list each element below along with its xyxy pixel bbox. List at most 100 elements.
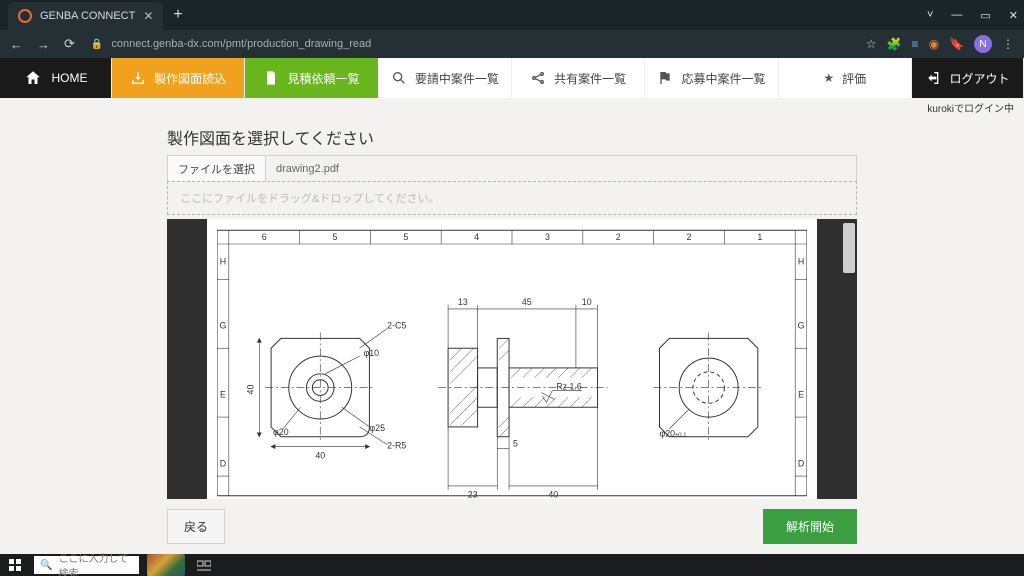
back-button[interactable]: 戻る: [167, 509, 225, 544]
nav-requested[interactable]: 要請中案件一覧: [379, 58, 512, 98]
svg-text:φ10: φ10: [364, 348, 380, 358]
drawing-viewer: .l{stroke:#333;stroke-width:1;fill:none}…: [167, 219, 857, 499]
reload-icon[interactable]: ⟳: [64, 36, 75, 52]
svg-text:45: 45: [522, 297, 532, 307]
nav-applied-label: 応募中案件一覧: [681, 70, 765, 87]
svg-text:2: 2: [687, 232, 692, 242]
profile-avatar[interactable]: N: [974, 35, 992, 53]
svg-text:4: 4: [474, 232, 479, 242]
maximize-icon[interactable]: ▭: [980, 9, 990, 22]
svg-text:φ20: φ20: [273, 427, 289, 437]
taskbar-widget[interactable]: [147, 554, 185, 576]
svg-text:φ25: φ25: [369, 423, 385, 433]
nav-home-label: HOME: [52, 71, 88, 85]
svg-text:E: E: [798, 389, 804, 399]
technical-drawing: .l{stroke:#333;stroke-width:1;fill:none}…: [217, 227, 807, 499]
url-text: connect.genba-dx.com/pmt/production_draw…: [111, 38, 371, 50]
svg-text:2-C5: 2-C5: [387, 321, 406, 331]
browser-tab[interactable]: GENBA CONNECT ✕: [8, 2, 163, 30]
favicon-icon: [18, 9, 32, 23]
viewer-scrollbar[interactable]: [843, 223, 855, 273]
upload-icon: [130, 70, 146, 86]
equalizer-icon[interactable]: ≡: [912, 37, 919, 51]
shield-icon[interactable]: ◉: [929, 37, 939, 51]
viewer-right-margin: [817, 219, 857, 499]
star-icon: ★: [823, 71, 834, 85]
svg-text:5: 5: [513, 439, 518, 449]
svg-text:D: D: [798, 458, 804, 468]
svg-text:1: 1: [757, 232, 762, 242]
nav-home[interactable]: HOME: [0, 58, 112, 98]
nav-requested-label: 要請中案件一覧: [415, 70, 499, 87]
app-nav: HOME 製作図面読込 見積依頼一覧 要請中案件一覧 共有案件一覧 応募中案件一…: [0, 58, 1024, 98]
forward-icon[interactable]: →: [37, 37, 50, 52]
svg-text:H: H: [798, 257, 804, 267]
search-icon: 🔍: [40, 560, 52, 571]
taskbar-search[interactable]: 🔍 ここに入力して検索: [34, 556, 139, 574]
logout-icon: [925, 70, 941, 86]
svg-text:40: 40: [245, 385, 255, 395]
close-tab-icon[interactable]: ✕: [143, 9, 153, 23]
svg-text:G: G: [798, 321, 805, 331]
nav-rating-label: 評価: [842, 70, 866, 87]
tab-title: GENBA CONNECT: [40, 10, 135, 22]
logout-button[interactable]: ログアウト: [912, 58, 1024, 98]
extension-icons: ☆ 🧩 ≡ ◉ 🔖 N ⋮: [866, 35, 1014, 53]
back-icon[interactable]: ←: [10, 37, 23, 52]
star-icon[interactable]: ☆: [866, 37, 877, 51]
svg-text:D: D: [220, 458, 226, 468]
share-icon: [530, 70, 546, 86]
drop-zone[interactable]: ここにファイルをドラッグ&ドロップしてください。: [167, 181, 857, 215]
nav-quote-list[interactable]: 見積依頼一覧: [245, 58, 378, 98]
nav-applied[interactable]: 応募中案件一覧: [645, 58, 778, 98]
choose-file-button[interactable]: ファイルを選択: [168, 156, 266, 181]
menu-icon[interactable]: ⋮: [1002, 37, 1014, 51]
nav-rating[interactable]: ★ 評価: [779, 58, 912, 98]
page-title: 製作図面を選択してください: [167, 125, 857, 149]
viewer-left-margin: [167, 219, 207, 499]
task-view-icon: [197, 559, 211, 571]
puzzle-icon[interactable]: 🧩: [887, 37, 902, 51]
start-analysis-button[interactable]: 解析開始: [763, 509, 857, 544]
svg-text:23: 23: [468, 490, 478, 499]
svg-text:H: H: [220, 257, 226, 267]
search-icon: [391, 70, 407, 86]
svg-text:40: 40: [315, 450, 325, 460]
browser-titlebar: GENBA CONNECT ✕ + ˅ — ▭ ✕: [0, 0, 1024, 30]
login-status: kurokiでログイン中: [0, 98, 1024, 115]
browser-toolbar: ← → ⟳ 🔒 connect.genba-dx.com/pmt/product…: [0, 30, 1024, 58]
taskbar-search-placeholder: ここに入力して検索: [58, 550, 133, 576]
flag-icon: [657, 70, 673, 86]
new-tab-button[interactable]: +: [173, 6, 182, 24]
logout-label: ログアウト: [949, 70, 1009, 87]
task-view-button[interactable]: [193, 554, 215, 576]
selected-file-name: drawing2.pdf: [266, 163, 349, 175]
minimize-icon[interactable]: —: [951, 9, 962, 21]
svg-text:2-R5: 2-R5: [387, 441, 406, 451]
file-select-row: ファイルを選択 drawing2.pdf: [167, 155, 857, 181]
document-icon: [263, 70, 279, 86]
svg-text:3: 3: [545, 232, 550, 242]
nav-quote-list-label: 見積依頼一覧: [287, 70, 359, 87]
home-icon: [24, 69, 42, 87]
windows-taskbar: 🔍 ここに入力して検索: [0, 554, 1024, 576]
address-bar[interactable]: 🔒 connect.genba-dx.com/pmt/production_dr…: [91, 38, 850, 50]
drop-zone-hint: ここにファイルをドラッグ&ドロップしてください。: [180, 190, 440, 206]
nav-drawing-read-label: 製作図面読込: [154, 70, 226, 87]
lock-icon: 🔒: [91, 39, 103, 50]
drawing-sheet[interactable]: .l{stroke:#333;stroke-width:1;fill:none}…: [207, 219, 817, 499]
windows-icon: [9, 559, 21, 571]
bookmark-icon[interactable]: 🔖: [949, 37, 964, 51]
svg-text:G: G: [219, 321, 226, 331]
nav-shared[interactable]: 共有案件一覧: [512, 58, 645, 98]
svg-text:40: 40: [548, 490, 558, 499]
close-window-icon[interactable]: ✕: [1009, 9, 1018, 22]
nav-drawing-read[interactable]: 製作図面読込: [112, 58, 245, 98]
svg-text:6: 6: [262, 232, 267, 242]
nav-shared-label: 共有案件一覧: [554, 70, 626, 87]
svg-text:13: 13: [458, 297, 468, 307]
svg-text:E: E: [220, 389, 226, 399]
svg-text:5: 5: [403, 232, 408, 242]
chevron-down-icon[interactable]: ˅: [927, 9, 933, 21]
start-button[interactable]: [4, 554, 26, 576]
